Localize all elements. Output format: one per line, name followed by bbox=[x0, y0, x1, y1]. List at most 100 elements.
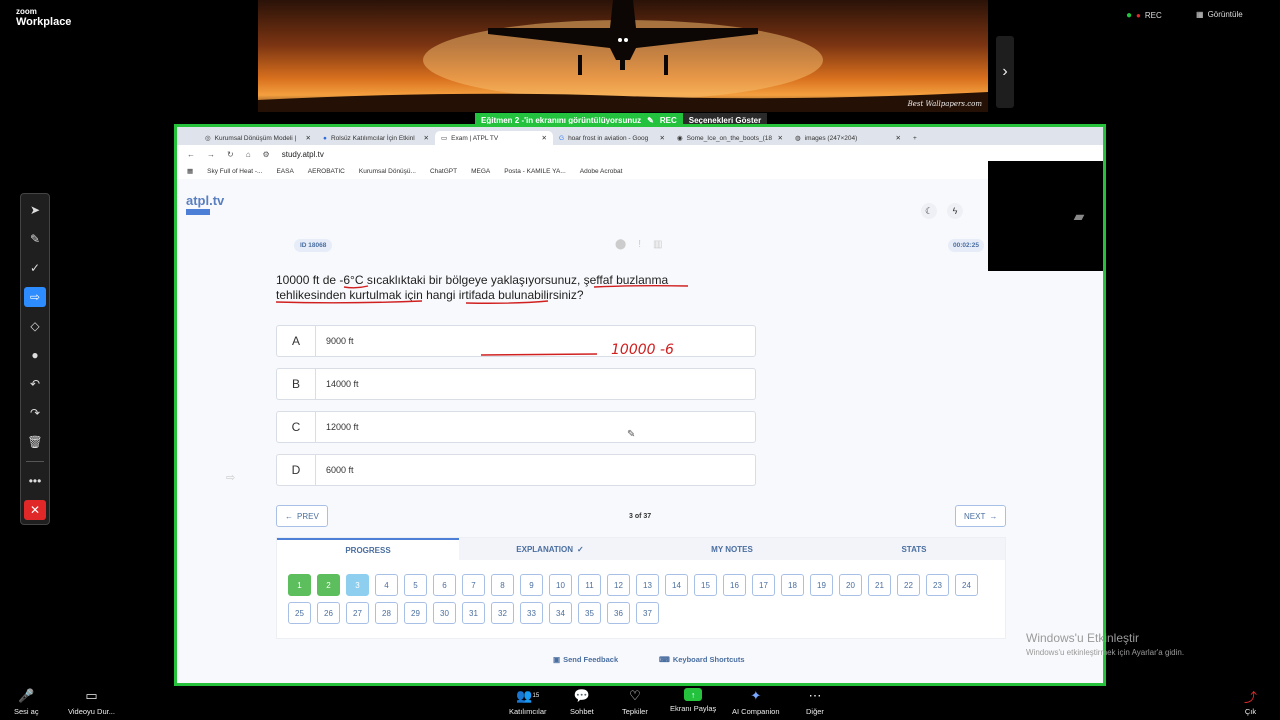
bookmark[interactable]: Sky Full of Heat -... bbox=[207, 168, 262, 175]
answer-option-c[interactable]: C 12000 ft bbox=[276, 411, 756, 443]
question-number-button[interactable]: 9 bbox=[520, 574, 543, 596]
video-button[interactable]: ▭ Videoyu Dur... bbox=[68, 688, 115, 716]
bookmark[interactable]: ChatGPT bbox=[430, 168, 457, 175]
close-icon[interactable]: ✕ bbox=[424, 134, 429, 142]
chat-button[interactable]: 💬 Sohbet bbox=[570, 688, 594, 716]
question-number-button[interactable]: 19 bbox=[810, 574, 833, 596]
next-button[interactable]: NEXT → bbox=[955, 505, 1007, 527]
question-number-button[interactable]: 24 bbox=[955, 574, 978, 596]
home-icon[interactable]: ⌂ bbox=[246, 150, 251, 159]
question-number-button[interactable]: 37 bbox=[636, 602, 659, 624]
leave-button[interactable]: ⤴ Çık bbox=[1244, 688, 1257, 717]
lightning-icon[interactable]: ϟ bbox=[947, 203, 963, 219]
more-icon[interactable]: ••• bbox=[24, 471, 46, 491]
question-number-button[interactable]: 15 bbox=[694, 574, 717, 596]
browser-tab[interactable]: ◎ Kurumsal Dönüşüm Modeli | ✕ bbox=[199, 131, 317, 145]
browser-tab[interactable]: ◍ images (247×204) ✕ bbox=[789, 131, 907, 145]
atpl-logo[interactable]: atpl.tv bbox=[186, 193, 224, 215]
keyboard-shortcuts-link[interactable]: ⌨ Keyboard Shortcuts bbox=[659, 655, 745, 664]
question-number-button[interactable]: 22 bbox=[897, 574, 920, 596]
color-picker-icon[interactable]: ● bbox=[24, 345, 46, 365]
question-number-button[interactable]: 30 bbox=[433, 602, 456, 624]
question-number-button[interactable]: 34 bbox=[549, 602, 572, 624]
browser-tab[interactable]: Ghoar frost in aviation - Goog ✕ bbox=[553, 131, 671, 145]
select-pointer-icon[interactable]: ➤ bbox=[24, 200, 46, 220]
question-number-button[interactable]: 29 bbox=[404, 602, 427, 624]
bookmark[interactable]: Adobe Acrobat bbox=[580, 168, 623, 175]
question-number-button[interactable]: 16 bbox=[723, 574, 746, 596]
moon-icon[interactable]: ☾ bbox=[921, 203, 937, 219]
question-number-button[interactable]: 35 bbox=[578, 602, 601, 624]
question-number-button[interactable]: 21 bbox=[868, 574, 891, 596]
answer-option-b[interactable]: B 14000 ft bbox=[276, 368, 756, 400]
question-number-button[interactable]: 14 bbox=[665, 574, 688, 596]
question-number-button[interactable]: 17 bbox=[752, 574, 775, 596]
pin-icon[interactable]: ⬤ bbox=[615, 239, 626, 250]
back-icon[interactable]: ← bbox=[187, 150, 195, 159]
ai-companion-button[interactable]: ✦ AI Companion bbox=[732, 688, 780, 716]
answer-option-d[interactable]: D 6000 ft bbox=[276, 454, 756, 486]
question-number-button[interactable]: 31 bbox=[462, 602, 485, 624]
tab-my-notes[interactable]: MY NOTES bbox=[641, 538, 823, 560]
spotlight-arrow-icon[interactable]: ⇨ bbox=[24, 287, 46, 307]
question-number-button[interactable]: 18 bbox=[781, 574, 804, 596]
bookmark[interactable]: Kurumsal Dönüşü... bbox=[359, 168, 416, 175]
pencil-icon[interactable]: ✎ bbox=[24, 229, 46, 249]
mute-button[interactable]: 🎤 Sesi aç bbox=[14, 688, 39, 716]
send-feedback-link[interactable]: ▣ Send Feedback bbox=[553, 655, 618, 664]
close-icon[interactable]: ✕ bbox=[542, 134, 547, 142]
question-number-button[interactable]: 2 bbox=[317, 574, 340, 596]
question-number-button[interactable]: 28 bbox=[375, 602, 398, 624]
forward-icon[interactable]: → bbox=[207, 150, 215, 159]
question-number-button[interactable]: 36 bbox=[607, 602, 630, 624]
url-field[interactable]: study.atpl.tv bbox=[282, 150, 324, 159]
apps-icon[interactable]: ▦ bbox=[187, 167, 193, 175]
tab-explanation[interactable]: EXPLANATION ✓ bbox=[459, 538, 641, 560]
share-screen-button[interactable]: ↑ Ekranı Paylaş bbox=[670, 688, 716, 713]
question-number-button[interactable]: 27 bbox=[346, 602, 369, 624]
reactions-button[interactable]: ♡ Tepkiler bbox=[622, 688, 648, 716]
question-number-button[interactable]: 3 bbox=[346, 574, 369, 596]
tab-stats[interactable]: STATS bbox=[823, 538, 1005, 560]
question-number-button[interactable]: 1 bbox=[288, 574, 311, 596]
close-annotation-icon[interactable]: ✕ bbox=[24, 500, 46, 520]
question-number-button[interactable]: 26 bbox=[317, 602, 340, 624]
recording-indicator[interactable]: ● ● REC bbox=[1126, 10, 1162, 21]
question-number-button[interactable]: 32 bbox=[491, 602, 514, 624]
participants-button[interactable]: 👥 15 Katılımcılar bbox=[509, 688, 547, 716]
close-icon[interactable]: ✕ bbox=[778, 134, 783, 142]
eraser-icon[interactable]: ◇ bbox=[24, 316, 46, 336]
reload-icon[interactable]: ↻ bbox=[227, 150, 234, 159]
undo-icon[interactable]: ↶ bbox=[24, 374, 46, 394]
question-number-button[interactable]: 7 bbox=[462, 574, 485, 596]
redo-icon[interactable]: ↷ bbox=[24, 403, 46, 423]
question-number-button[interactable]: 11 bbox=[578, 574, 601, 596]
close-icon[interactable]: ✕ bbox=[660, 134, 665, 142]
browser-tab-active[interactable]: ▭ Exam | ATPL TV ✕ bbox=[435, 131, 553, 145]
view-button[interactable]: ▦ Görüntüle bbox=[1196, 10, 1243, 19]
tab-progress[interactable]: PROGRESS bbox=[277, 538, 459, 560]
report-icon[interactable]: ! bbox=[638, 239, 641, 250]
question-number-button[interactable]: 20 bbox=[839, 574, 862, 596]
more-button[interactable]: ⋯ Diğer bbox=[806, 688, 824, 716]
question-number-button[interactable]: 13 bbox=[636, 574, 659, 596]
question-number-button[interactable]: 8 bbox=[491, 574, 514, 596]
chart-icon[interactable]: ▥ bbox=[653, 239, 662, 250]
close-icon[interactable]: ✕ bbox=[306, 134, 311, 142]
question-number-button[interactable]: 4 bbox=[375, 574, 398, 596]
question-number-button[interactable]: 12 bbox=[607, 574, 630, 596]
bookmark[interactable]: MEGA bbox=[471, 168, 490, 175]
site-settings-icon[interactable]: ⚙ bbox=[263, 150, 270, 159]
trash-icon[interactable]: 🗑 bbox=[24, 432, 46, 452]
question-number-button[interactable]: 23 bbox=[926, 574, 949, 596]
new-tab-icon[interactable]: + bbox=[907, 131, 927, 145]
browser-tab[interactable]: ◉ Some_Ice_on_the_boots_(18 ✕ bbox=[671, 131, 789, 145]
question-number-button[interactable]: 6 bbox=[433, 574, 456, 596]
question-number-button[interactable]: 10 bbox=[549, 574, 572, 596]
question-number-button[interactable]: 5 bbox=[404, 574, 427, 596]
bookmark[interactable]: Posta - KAMILE YA... bbox=[504, 168, 566, 175]
prev-button[interactable]: ← PREV bbox=[276, 505, 328, 527]
bookmark[interactable]: EASA bbox=[276, 168, 293, 175]
browser-tab[interactable]: ● Rolsüz Katılımcılar İçin Etkinl ✕ bbox=[317, 131, 435, 145]
close-icon[interactable]: ✕ bbox=[896, 134, 901, 142]
